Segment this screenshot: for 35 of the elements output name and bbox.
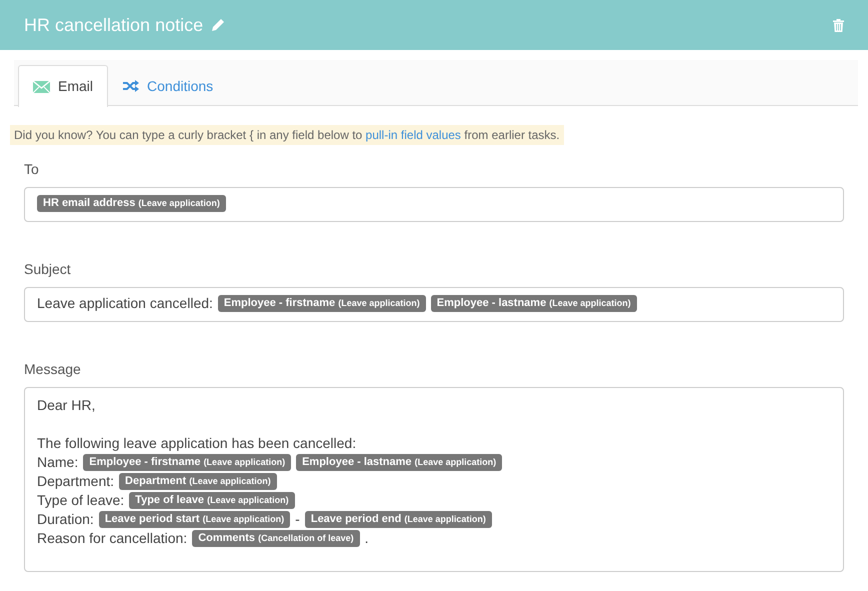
field-tag: Employee - firstname (Leave application) bbox=[83, 454, 292, 471]
field-text: Leave application cancelled: bbox=[37, 294, 213, 313]
field-text: Duration: bbox=[37, 510, 94, 529]
shuffle-icon bbox=[123, 80, 140, 92]
trash-icon[interactable] bbox=[833, 18, 844, 32]
pull-in-link[interactable]: pull-in field values bbox=[366, 128, 461, 142]
pencil-icon[interactable] bbox=[211, 18, 226, 32]
field-label: Subject bbox=[24, 260, 72, 279]
field-tag: Type of leave (Leave application) bbox=[129, 492, 295, 509]
field-tag: Comments (Cancellation of leave) bbox=[192, 530, 360, 547]
field-text: Reason for cancellation: bbox=[37, 529, 188, 548]
field-tag: Employee - lastname (Leave application) bbox=[296, 454, 502, 471]
field-tag: Department (Leave application) bbox=[119, 473, 277, 490]
tab[interactable]: Email bbox=[18, 65, 108, 107]
field-tag: Employee - lastname (Leave application) bbox=[430, 295, 637, 312]
message-field[interactable] bbox=[24, 387, 844, 572]
field-label: Message bbox=[24, 360, 82, 379]
field-label: To bbox=[24, 160, 40, 179]
field-tag: Employee - firstname (Leave application) bbox=[218, 295, 426, 312]
page-title: HR cancellation notice bbox=[24, 14, 204, 36]
envelope-icon bbox=[33, 80, 50, 92]
field-text: Dear HR, bbox=[37, 396, 96, 415]
input-field[interactable]: HR email address (Leave application) bbox=[24, 187, 844, 222]
field-tag: Leave period end (Leave application) bbox=[304, 511, 492, 528]
field-tag: Leave period start (Leave application) bbox=[98, 511, 290, 528]
field-text: . bbox=[364, 529, 369, 548]
input-field[interactable]: Leave application cancelled: Employee - firstname (Leave application) Employee - lastname (Leave application) bbox=[24, 287, 844, 322]
field-text: The following leave application has been cancelled: bbox=[37, 434, 356, 453]
field-text: Name: bbox=[37, 453, 78, 472]
field-text: - bbox=[295, 510, 300, 529]
tab[interactable]: Conditions bbox=[108, 65, 228, 106]
field-tag: HR email address (Leave application) bbox=[37, 195, 226, 212]
field-text: Type of leave: bbox=[37, 491, 124, 510]
tip-text: Did you know? You can type a curly bracket { in any field below to pull-in field values from earlier tasks. bbox=[10, 125, 564, 145]
field-text: Department: bbox=[37, 472, 114, 491]
